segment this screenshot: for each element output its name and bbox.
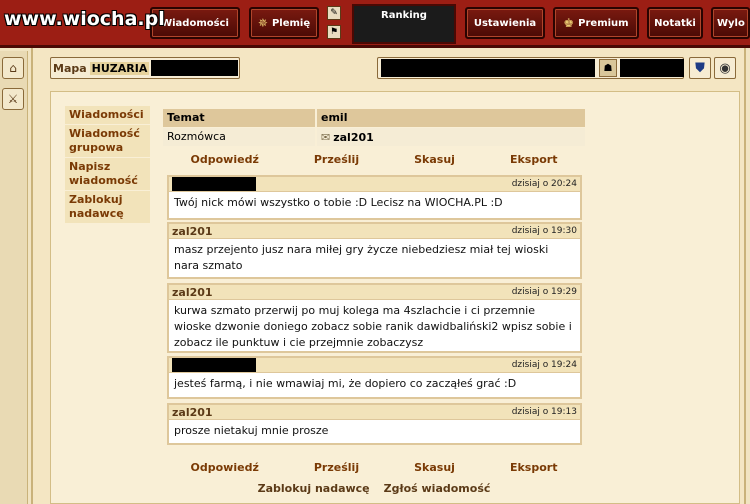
population-icon: ☗ — [599, 59, 617, 77]
export-button[interactable]: Eksport — [510, 461, 558, 474]
forward-button[interactable]: Prześlij — [314, 461, 359, 474]
message-item: dzisiaj o 20:24 Twój nick mówi wszystko … — [167, 175, 582, 220]
ranking-menu-label: Ranking — [381, 10, 427, 21]
correspondent-cell: ✉ zal201 — [317, 128, 585, 146]
message-body: prosze nietakuj mnie prosze — [174, 424, 329, 437]
action-row-bottom: Odpowiedź Prześlij Skasuj Eksport — [163, 458, 585, 476]
logout-menu-label: Wylo — [717, 17, 745, 29]
tribe-menu-label: Plemię — [271, 17, 311, 29]
settings-menu-label: Ustawienia — [473, 17, 537, 29]
message-body: masz przejento jusz nara miłej gry życze… — [174, 243, 549, 272]
correspondent-row: Rozmówca ✉ zal201 — [163, 128, 585, 146]
gear-icon: ✵ — [257, 16, 268, 30]
message-item: zal201 dzisiaj o 19:29 kurwa szmato prze… — [167, 283, 582, 353]
edit-icon[interactable]: ✎ — [327, 6, 341, 20]
block-sender-button[interactable]: Zablokuj nadawcę — [258, 482, 370, 498]
premium-menu-label: Premium — [578, 17, 629, 29]
message-time: dzisiaj o 19:30 — [511, 226, 577, 236]
nav-messages[interactable]: Wiadomości — [65, 106, 150, 124]
redacted-population — [620, 59, 684, 77]
reply-button[interactable]: Odpowiedź — [191, 153, 259, 166]
subject-row: Temat emil — [163, 109, 585, 127]
sword-icon[interactable]: ⚔ — [2, 88, 24, 110]
report-message-button[interactable]: Zgłoś wiadomość — [384, 482, 491, 498]
premium-menu-button[interactable]: ♚ Premium — [553, 7, 639, 39]
message-time: dzisiaj o 19:29 — [511, 287, 577, 297]
message-body: kurwa szmato przerwij po muj kolega ma 4… — [174, 304, 572, 349]
export-button[interactable]: Eksport — [510, 153, 558, 166]
footer-links: Zablokuj nadawcę Zgłoś wiadomość — [163, 482, 585, 498]
message-item: zal201 dzisiaj o 19:30 masz przejento ju… — [167, 222, 582, 279]
message-item: zal201 dzisiaj o 19:13 prosze nietakuj m… — [167, 403, 582, 445]
tribe-menu-button[interactable]: ✵ Plemię — [249, 7, 319, 39]
home-icon[interactable]: ⌂ — [2, 57, 24, 79]
reply-button[interactable]: Odpowiedź — [191, 461, 259, 474]
message-time: dzisiaj o 19:24 — [511, 360, 577, 370]
watermark: www.wiocha.pl — [4, 8, 165, 30]
village-bar: Mapa HUZARIA — [50, 57, 240, 79]
flag-icon[interactable]: ⚑ — [327, 25, 341, 39]
correspondent-link[interactable]: zal201 — [333, 131, 374, 144]
forward-button[interactable]: Prześlij — [314, 153, 359, 166]
message-body: Twój nick mówi wszystko o tobie :D Lecis… — [174, 196, 503, 209]
logout-menu-button[interactable]: Wylo — [711, 7, 750, 39]
nav-group-message[interactable]: Wiadomość grupowa — [65, 125, 150, 157]
notes-menu-label: Notatki — [654, 17, 696, 29]
message-time: dzisiaj o 20:24 — [511, 179, 577, 189]
message-author[interactable]: zal201 — [172, 406, 213, 419]
delete-button[interactable]: Skasuj — [414, 461, 455, 474]
action-row-top: Odpowiedź Prześlij Skasuj Eksport — [163, 150, 585, 168]
shield-icon[interactable]: ⛊ — [689, 57, 711, 79]
settings-menu-button[interactable]: Ustawienia — [465, 7, 545, 39]
message-item: dzisiaj o 19:24 jesteś farmą, i nie wmaw… — [167, 356, 582, 399]
subject-label: Temat — [163, 109, 317, 127]
message-author-redacted — [172, 177, 256, 191]
nav-block-sender[interactable]: Zablokuj nadawcę — [65, 191, 150, 223]
message-time: dzisiaj o 19:13 — [511, 407, 577, 417]
messages-menu-label: Wiadomości — [161, 17, 229, 29]
message-author[interactable]: zal201 — [172, 225, 213, 238]
village-name[interactable]: HUZARIA — [89, 61, 150, 75]
ranking-menu-button[interactable]: Ranking — [352, 4, 456, 44]
message-author-redacted — [172, 358, 256, 372]
redacted-coordinates — [151, 60, 238, 76]
envelope-icon: ✉ — [321, 130, 331, 144]
left-quickbar — [0, 51, 28, 504]
subject-value: emil — [317, 109, 585, 127]
delete-button[interactable]: Skasuj — [414, 153, 455, 166]
map-link[interactable]: Mapa — [53, 62, 87, 75]
settings-circle-icon[interactable]: ◉ — [714, 57, 736, 79]
redacted-resources — [381, 59, 595, 77]
notes-menu-button[interactable]: Notatki — [647, 7, 703, 39]
message-body: jesteś farmą, i nie wmawiaj mi, że dopie… — [174, 377, 517, 390]
message-author[interactable]: zal201 — [172, 286, 213, 299]
correspondent-label: Rozmówca — [163, 128, 317, 146]
crown-icon: ♚ — [563, 16, 575, 30]
nav-write-message[interactable]: Napisz wiadomość — [65, 158, 150, 190]
